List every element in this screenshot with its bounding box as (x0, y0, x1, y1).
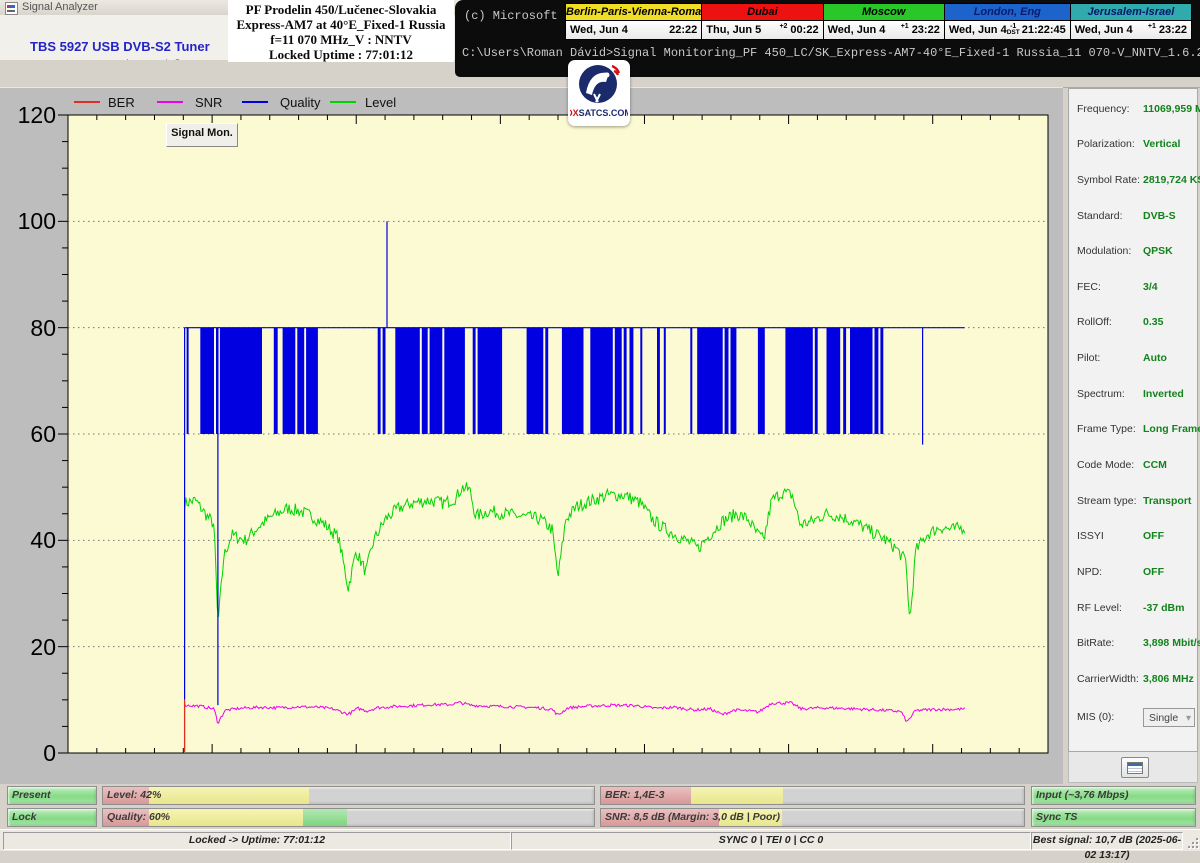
signal-plot (38, 105, 1050, 765)
clock-moscow: Moscow Wed, Jun 4+123:22 (824, 3, 945, 40)
clock-london: London, Eng Wed, Jun 4-1DST21:22:45 (945, 3, 1071, 40)
param-row-mis: MIS (0): Single▾ (1077, 707, 1195, 727)
legend-line-snr (157, 101, 183, 103)
annotation-line-4: Locked Uptime : 77:01:12 (228, 47, 454, 62)
annotation-line-2: Express-AM7 at 40°E_Fixed-1 Russia (228, 17, 454, 32)
app-icon (5, 2, 18, 15)
clock-time: 22:22 (669, 24, 697, 36)
clock-date: Thu, Jun 5 (706, 24, 779, 36)
param-row: ISSYIOFF (1077, 526, 1195, 546)
annotation-line-1: PF Prodelin 450/Lučenec-Slovakia (228, 2, 454, 17)
param-row: Modulation:QPSK (1077, 241, 1195, 261)
clock-date: Wed, Jun 4 (1075, 24, 1148, 36)
param-row: FEC:3/4 (1077, 277, 1195, 297)
snr-meter: SNR: 8,5 dB (Margin: 3,0 dB | Poor) (600, 808, 1025, 827)
clock-time: 23:22 (912, 24, 940, 36)
screen: { "window": {"title": "Signal Analyzer"}… (0, 0, 1200, 850)
sync-ts-indicator: Sync TS (1031, 808, 1196, 827)
clock-city: Moscow (824, 4, 944, 21)
svg-text:DXSATCS.COM: DXSATCS.COM (570, 108, 628, 118)
meter-label: SNR: 8,5 dB (Margin: 3,0 dB | Poor) (605, 809, 780, 826)
meter-label: Sync TS (1036, 809, 1077, 826)
window-title: Signal Analyzer (22, 1, 98, 13)
legend-line-quality (242, 101, 268, 103)
param-row: RF Level:-37 dBm (1077, 598, 1195, 618)
stream-list-button[interactable] (1121, 757, 1149, 778)
clock-utc-offset: +1 (1148, 21, 1156, 30)
clock-dubai: Dubai Thu, Jun 5+200:22 (702, 3, 823, 40)
clock-jerusalem: Jerusalem-Israel Wed, Jun 4+123:22 (1071, 3, 1192, 40)
meter-label: Input (~3,76 Mbps) (1036, 787, 1128, 804)
param-row: Polarization:Vertical (1077, 134, 1195, 154)
clock-date: Wed, Jun 4 (949, 24, 1007, 36)
param-row: Frequency:11069,959 MHz (1077, 99, 1195, 119)
clock-date: Wed, Jun 4 (570, 24, 669, 36)
panel-footer (1068, 752, 1198, 783)
annotation-line-3: f=11 070 MHz_V : NNTV (228, 32, 454, 47)
lock-indicator: Lock (7, 808, 97, 827)
param-row: RollOff:0.35 (1077, 312, 1195, 332)
tab-signal-mon[interactable]: Signal Mon. (166, 123, 238, 147)
status-bar: Locked -> Uptime: 77:01:12 SYNC 0 | TEI … (0, 829, 1200, 851)
tuner-title: TBS 5927 USB DVB-S2 Tuner (30, 39, 210, 54)
clock-utc-offset: +2 (779, 21, 787, 30)
satellite-dish-icon: DXSATCS.COM (570, 60, 628, 122)
clock-time: 23:22 (1159, 24, 1187, 36)
meter-label: Lock (12, 809, 37, 826)
input-indicator: Input (~3,76 Mbps) (1031, 786, 1196, 805)
param-row: Symbol Rate:2819,724 KS/s (1077, 170, 1195, 190)
present-indicator: Present (7, 786, 97, 805)
quality-meter: Quality: 60% (102, 808, 595, 827)
clock-city: Dubai (702, 4, 822, 21)
meter-label: BER: 1,4E-3 (605, 787, 665, 804)
meter-label: Quality: 60% (107, 809, 170, 826)
terminal-line-1: (c) Microsoft Co (464, 9, 579, 23)
signal-chart-panel: BER SNR Quality Level 120100806040200 (0, 87, 1063, 784)
clock-date: Wed, Jun 4 (828, 24, 901, 36)
clock-city: London, Eng (945, 4, 1070, 21)
param-row: Stream type:Transport (1077, 491, 1195, 511)
resize-grip[interactable] (1186, 836, 1198, 848)
parameter-panel: Frequency:11069,959 MHz Polarization:Ver… (1068, 88, 1198, 752)
clock-berlin: Berlin-Paris-Vienna-Roma Wed, Jun 422:22 (565, 3, 702, 40)
mis-select[interactable]: Single▾ (1143, 708, 1195, 727)
level-meter: Level: 42% (102, 786, 595, 805)
chevron-down-icon: ▾ (1186, 710, 1191, 728)
clock-utc-offset: +1 (901, 21, 909, 30)
clock-time: 21:22:45 (1022, 24, 1066, 36)
dxsatcs-logo: DXSATCS.COM (568, 60, 630, 126)
param-row: Frame Type:Long Frame (1077, 419, 1195, 439)
ber-meter: BER: 1,4E-3 (600, 786, 1025, 805)
meter-label: Present (12, 787, 51, 804)
legend-line-ber (74, 101, 100, 103)
param-row: Code Mode:CCM (1077, 455, 1195, 475)
param-row: Standard:DVB-S (1077, 206, 1195, 226)
clock-city: Jerusalem-Israel (1071, 4, 1191, 21)
param-row: Spectrum:Inverted (1077, 384, 1195, 404)
terminal-line-2: C:\Users\Roman Dávid>Signal Monitoring_P… (462, 46, 1200, 60)
clock-time: 00:22 (790, 24, 818, 36)
param-row: Pilot:Auto (1077, 348, 1195, 368)
param-row: NPD:OFF (1077, 562, 1195, 582)
world-clock-panel: Berlin-Paris-Vienna-Roma Wed, Jun 422:22… (565, 3, 1192, 40)
list-icon (1127, 762, 1143, 774)
status-best-signal: Best signal: 10,7 dB (2025-06-02 13:17) (1031, 832, 1183, 850)
clock-city: Berlin-Paris-Vienna-Roma (566, 4, 701, 21)
meter-label: Level: 42% (107, 787, 161, 804)
clock-dst-flag: -1DST (1007, 24, 1020, 36)
annotation-box: PF Prodelin 450/Lučenec-Slovakia Express… (228, 0, 454, 62)
status-uptime: Locked -> Uptime: 77:01:12 (3, 832, 511, 850)
param-row: BitRate:3,898 Mbit/s (1077, 633, 1195, 653)
legend-line-level (330, 101, 356, 103)
param-row: CarrierWidth:3,806 MHz (1077, 669, 1195, 689)
status-sync-counts: SYNC 0 | TEI 0 | CC 0 (511, 832, 1031, 850)
